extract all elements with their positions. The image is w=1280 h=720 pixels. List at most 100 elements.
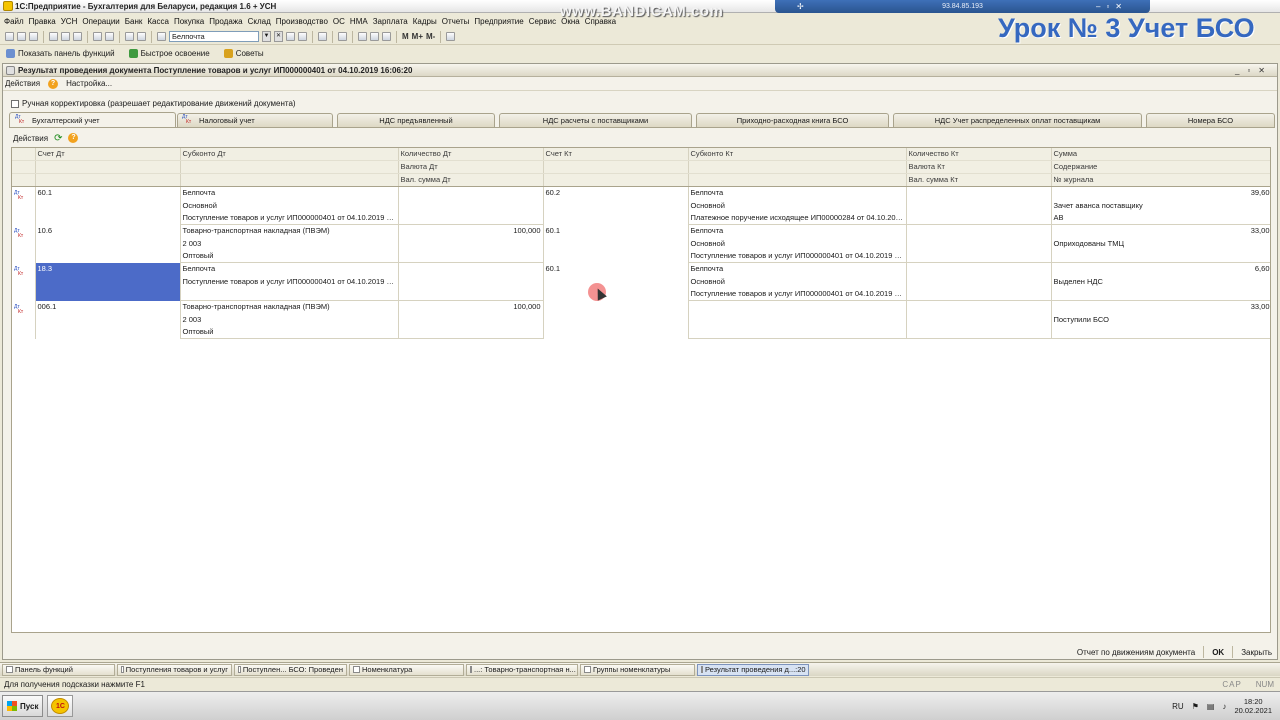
memory-plus-button[interactable]: М+ [412,32,423,41]
window-tab[interactable]: Результат проведения д...:20 [697,663,809,676]
volume-icon[interactable]: ♪ [1222,702,1226,711]
table-cell[interactable]: Платежное поручение исходящее ИП00000284… [688,212,907,226]
column-header[interactable]: Счет Дт [35,148,181,162]
search-dropdown-icon[interactable]: ▼ [262,31,271,42]
table-cell[interactable] [398,326,544,340]
menu-item-8[interactable]: Склад [248,17,271,26]
table-cell[interactable] [906,262,1052,276]
credit-account-cell[interactable]: 60.2 [543,186,689,225]
table-cell[interactable] [180,288,399,302]
cut-icon[interactable] [49,32,58,41]
menu-item-1[interactable]: Правка [29,17,56,26]
column-header[interactable]: Содержание [1051,160,1270,175]
menu-item-6[interactable]: Покупка [174,17,204,26]
table-cell[interactable]: 33,00 [1051,224,1270,238]
search-clear-icon[interactable]: ✕ [274,31,283,42]
table-cell[interactable] [1051,250,1270,264]
remote-window-controls[interactable]: –▫✕ [1096,2,1128,11]
table-cell[interactable]: Оптовый [180,250,399,264]
settings-button[interactable]: Настройка... [66,79,112,88]
menu-item-10[interactable]: ОС [333,17,345,26]
flag-icon[interactable]: ⚑ [1192,702,1199,711]
debit-account-cell[interactable]: 10.6 [35,224,181,263]
menu-item-5[interactable]: Касса [147,17,169,26]
table-cell[interactable]: Основной [688,199,907,213]
window-tab[interactable]: Поступлен... БСО: Проведен [234,663,347,676]
undo-icon[interactable] [125,32,134,41]
window-tab[interactable]: ...: Товарно-транспортная н... [466,663,578,676]
table-cell[interactable] [398,275,544,289]
window-tab[interactable]: Панель функций [2,663,115,676]
menu-item-13[interactable]: Кадры [413,17,437,26]
table-cell[interactable]: Поступление товаров и услуг ИП000000401 … [180,275,399,289]
column-header[interactable] [35,160,181,175]
debit-account-cell[interactable]: 60.1 [35,186,181,225]
column-header[interactable] [688,173,907,188]
table-cell[interactable] [398,199,544,213]
grid-help-icon[interactable]: ? [68,133,79,143]
remote-session-bar[interactable]: ✢ 93.84.85.193 –▫✕ [775,0,1150,13]
calendar-icon[interactable] [370,32,379,41]
debit-account-cell[interactable]: 18.3 [35,262,181,301]
column-header[interactable]: Сумма [1051,148,1270,162]
memory-minus-button[interactable]: М- [426,32,435,41]
table-cell[interactable] [906,275,1052,289]
column-header[interactable]: Количество Дт [398,148,544,162]
table-cell[interactable]: 33,00 [1051,300,1270,314]
help-icon[interactable]: ? [48,78,59,89]
table-cell[interactable]: Основной [180,199,399,213]
table-cell[interactable] [906,288,1052,302]
table-cell[interactable]: 39,60 [1051,186,1270,200]
credit-account-cell[interactable]: 60.1 [543,262,689,301]
table-row[interactable]: 006.1Товарно-транспортная накладная (ПВЭ… [12,300,1270,339]
print-icon[interactable] [93,32,102,41]
refresh-icon[interactable]: ⟳ [54,133,62,143]
menu-item-18[interactable]: Справка [585,17,616,26]
table-cell[interactable]: АВ [1051,212,1270,226]
search-icon[interactable] [157,32,166,41]
menu-item-9[interactable]: Производство [276,17,328,26]
menu-item-15[interactable]: Предприятие [474,17,523,26]
window-icon[interactable] [318,32,327,41]
tab-bso-numbers[interactable]: Номера БСО [1146,113,1275,127]
debit-account-cell[interactable]: 006.1 [35,300,181,339]
table-cell[interactable] [906,326,1052,340]
table-cell[interactable]: 6,60 [1051,262,1270,276]
table-cell[interactable]: Поступление товаров и услуг ИП000000401 … [688,288,907,302]
table-cell[interactable] [398,313,544,327]
menu-item-2[interactable]: УСН [61,17,78,26]
table-row[interactable]: 60.1Белпочта60.2Белпочта39,60 [12,186,1270,225]
open-icon[interactable] [17,32,26,41]
report-button[interactable]: Отчет по движениям документа [1077,648,1195,657]
clock[interactable]: 18:20 20.02.2021 [1234,697,1272,715]
table-cell[interactable]: 100,000 [398,300,544,314]
table-cell[interactable] [1051,288,1270,302]
column-header[interactable] [180,173,399,188]
taskbar-1c-app[interactable]: 1С [47,695,74,717]
postings-grid[interactable]: Счет Дт Субконто Дт Количество Дт Счет Кт Су… [11,147,1271,633]
pin-icon[interactable]: ✢ [797,2,804,11]
menu-item-14[interactable]: Отчеты [442,17,470,26]
tab-vat-presented[interactable]: НДС предъявленный [337,113,495,127]
column-header[interactable]: Валюта Дт [398,160,544,175]
table-cell[interactable] [398,212,544,226]
save-icon[interactable] [29,32,38,41]
window-tab[interactable]: Группы номенклатуры [580,663,695,676]
column-header[interactable]: № журнала [1051,173,1270,188]
column-header[interactable] [180,160,399,175]
column-header[interactable] [35,173,181,188]
menu-item-7[interactable]: Продажа [209,17,242,26]
table-cell[interactable] [398,288,544,302]
table-cell[interactable] [1051,326,1270,340]
column-header[interactable] [543,160,689,175]
column-header[interactable]: Вал. сумма Дт [398,173,544,188]
table-cell[interactable]: Товарно-транспортная накладная (ПВЭМ) [180,224,399,238]
table-cell[interactable]: Белпочта [180,186,399,200]
grid-actions-menu[interactable]: Действия [13,134,48,143]
menu-item-3[interactable]: Операции [82,17,119,26]
column-header[interactable] [688,160,907,175]
search-next-icon[interactable] [286,32,295,41]
menu-item-0[interactable]: Файл [4,17,24,26]
table-cell[interactable]: Поступление товаров и услуг ИП000000401 … [688,250,907,264]
credit-account-cell[interactable] [543,300,689,339]
